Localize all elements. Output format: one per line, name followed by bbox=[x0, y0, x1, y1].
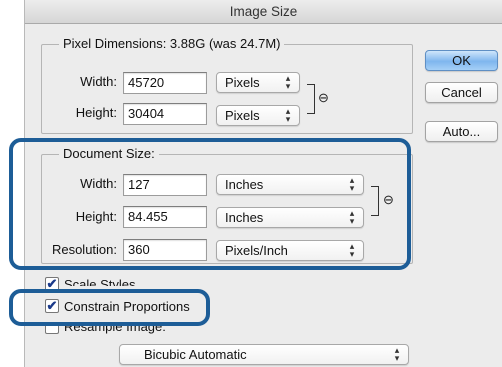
pixel-height-unit-select[interactable]: Pixels ▴ ▾ bbox=[216, 105, 300, 126]
pixel-constrain-bracket bbox=[307, 84, 315, 114]
constrain-proportions-highlight bbox=[9, 289, 210, 326]
resample-method-select[interactable]: Bicubic Automatic ▴ ▾ bbox=[119, 344, 409, 365]
select-arrows-icon: ▴ ▾ bbox=[285, 106, 291, 124]
resample-method-value: Bicubic Automatic bbox=[144, 347, 247, 362]
cancel-button[interactable]: Cancel bbox=[425, 82, 498, 103]
pixel-width-label: Width: bbox=[80, 74, 117, 89]
scale-styles-label: Scale Styles bbox=[64, 277, 136, 286]
ok-button[interactable]: OK bbox=[425, 50, 498, 71]
pixel-height-label: Height: bbox=[75, 105, 117, 120]
document-size-highlight bbox=[9, 138, 411, 270]
select-arrows-icon: ▴ ▾ bbox=[285, 73, 291, 91]
pixel-height-field[interactable]: 30404 bbox=[123, 103, 207, 125]
auto-button[interactable]: Auto... bbox=[425, 121, 498, 142]
resample-image-checkbox[interactable] bbox=[45, 326, 59, 334]
pixel-dimensions-legend: Pixel Dimensions: 3.88G (was 24.7M) bbox=[59, 36, 285, 51]
pixel-width-field[interactable]: 45720 bbox=[123, 72, 207, 94]
select-arrows-icon: ▴ ▾ bbox=[394, 345, 400, 363]
window-title: Image Size bbox=[25, 0, 502, 24]
pixel-height-unit-value: Pixels bbox=[225, 108, 260, 123]
pixel-width-unit-value: Pixels bbox=[225, 75, 260, 90]
link-icon: ⊖ bbox=[318, 90, 329, 105]
pixel-width-unit-select[interactable]: Pixels ▴ ▾ bbox=[216, 72, 300, 93]
